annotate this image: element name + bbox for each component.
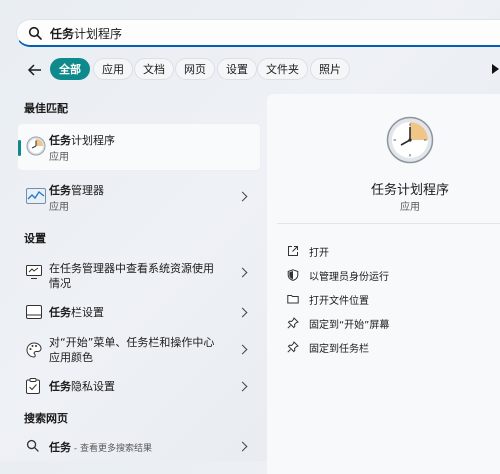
best-match-title: 任务计划程序 bbox=[49, 134, 115, 147]
search-query-rest: 计划程序 bbox=[74, 27, 123, 41]
settings-result-colors[interactable]: 对“开始”菜单、任务栏和操作中心 应用颜色 bbox=[18, 332, 260, 368]
settings-resources-line2: 情况 bbox=[49, 277, 71, 290]
settings-taskbar-title: 任务栏设置 bbox=[49, 306, 104, 319]
settings-colors-line1: 对“开始”菜单、任务栏和操作中心 bbox=[49, 336, 215, 349]
action-pin-taskbar[interactable]: 固定到任务栏 bbox=[287, 340, 487, 358]
chevron-right-icon bbox=[237, 307, 248, 318]
app-result-task-manager[interactable]: 任务管理器 应用 bbox=[18, 176, 260, 216]
search-input[interactable]: 任务计划程序 bbox=[50, 25, 122, 42]
search-bar[interactable]: 任务计划程序 bbox=[16, 19, 500, 47]
chevron-right-icon bbox=[237, 441, 248, 452]
taskbar-icon bbox=[26, 305, 42, 319]
chevron-right-icon bbox=[237, 267, 248, 278]
selection-indicator bbox=[18, 140, 21, 156]
settings-result-privacy[interactable]: 任务隐私设置 bbox=[18, 374, 260, 398]
folder-icon bbox=[287, 295, 299, 304]
filter-folders[interactable]: 文件夹 bbox=[257, 58, 308, 80]
detail-subtitle: 应用 bbox=[400, 202, 420, 213]
action-open-label: 打开 bbox=[309, 248, 329, 259]
settings-result-taskbar[interactable]: 任务栏设置 bbox=[18, 300, 260, 324]
pin-icon bbox=[287, 317, 299, 329]
detail-panel: 任务计划程序 应用 打开 以管理员身份运行 打开文件位置 固定到“开始”屏幕 固… bbox=[267, 94, 500, 474]
chevron-right-icon bbox=[237, 381, 248, 392]
settings-privacy-title: 任务隐私设置 bbox=[49, 380, 115, 393]
filter-apps[interactable]: 应用 bbox=[93, 58, 133, 80]
task-manager-title: 任务管理器 bbox=[49, 184, 104, 197]
filter-documents[interactable]: 文档 bbox=[134, 58, 174, 80]
search-icon bbox=[28, 26, 42, 40]
action-open-location[interactable]: 打开文件位置 bbox=[287, 292, 487, 310]
clock-app-icon bbox=[26, 136, 46, 156]
monitor-icon bbox=[26, 265, 42, 279]
chevron-right-icon bbox=[237, 191, 248, 202]
task-manager-icon bbox=[26, 188, 46, 204]
action-pin-start[interactable]: 固定到“开始”屏幕 bbox=[287, 316, 487, 334]
back-arrow-icon[interactable] bbox=[26, 61, 44, 79]
search-query-bold: 任务 bbox=[50, 27, 75, 41]
section-settings: 设置 bbox=[24, 232, 46, 245]
search-icon bbox=[26, 439, 39, 452]
action-pin-taskbar-label: 固定到任务栏 bbox=[309, 344, 369, 355]
action-open[interactable]: 打开 bbox=[287, 244, 487, 262]
action-pin-start-label: 固定到“开始”屏幕 bbox=[309, 320, 390, 331]
best-match-result[interactable]: 任务计划程序 应用 bbox=[18, 124, 260, 170]
more-filters-icon[interactable] bbox=[492, 64, 499, 74]
open-external-icon bbox=[288, 246, 298, 256]
action-open-location-label: 打开文件位置 bbox=[309, 296, 369, 307]
chevron-right-icon bbox=[237, 344, 248, 355]
settings-result-resources[interactable]: 在任务管理器中查看系统资源使用 情况 bbox=[18, 254, 260, 292]
filter-all[interactable]: 全部 bbox=[50, 58, 90, 80]
detail-title: 任务计划程序 bbox=[370, 183, 449, 198]
filter-photos[interactable]: 照片 bbox=[310, 58, 350, 80]
clipboard-icon bbox=[26, 378, 40, 394]
shield-icon bbox=[287, 269, 299, 281]
settings-colors-line2: 应用颜色 bbox=[49, 351, 93, 364]
filter-web[interactable]: 网页 bbox=[175, 58, 215, 80]
web-search-result[interactable]: 任务 - 查看更多搜索结果 bbox=[18, 434, 260, 458]
pin-icon bbox=[287, 341, 299, 353]
web-search-text: 任务 - 查看更多搜索结果 bbox=[49, 441, 152, 454]
section-best-match: 最佳匹配 bbox=[24, 102, 68, 115]
settings-resources-line1: 在任务管理器中查看系统资源使用 bbox=[49, 262, 214, 275]
palette-icon bbox=[26, 342, 42, 358]
clock-app-large-icon bbox=[386, 116, 434, 164]
action-run-as-admin-label: 以管理员身份运行 bbox=[309, 272, 389, 283]
divider bbox=[277, 223, 500, 224]
action-run-as-admin[interactable]: 以管理员身份运行 bbox=[287, 268, 487, 286]
section-web: 搜索网页 bbox=[24, 412, 68, 425]
task-manager-sub: 应用 bbox=[49, 202, 69, 213]
filter-bar: 全部 应用 文档 网页 设置 文件夹 照片 bbox=[0, 56, 500, 84]
filter-settings[interactable]: 设置 bbox=[217, 58, 257, 80]
best-match-sub: 应用 bbox=[49, 152, 69, 163]
